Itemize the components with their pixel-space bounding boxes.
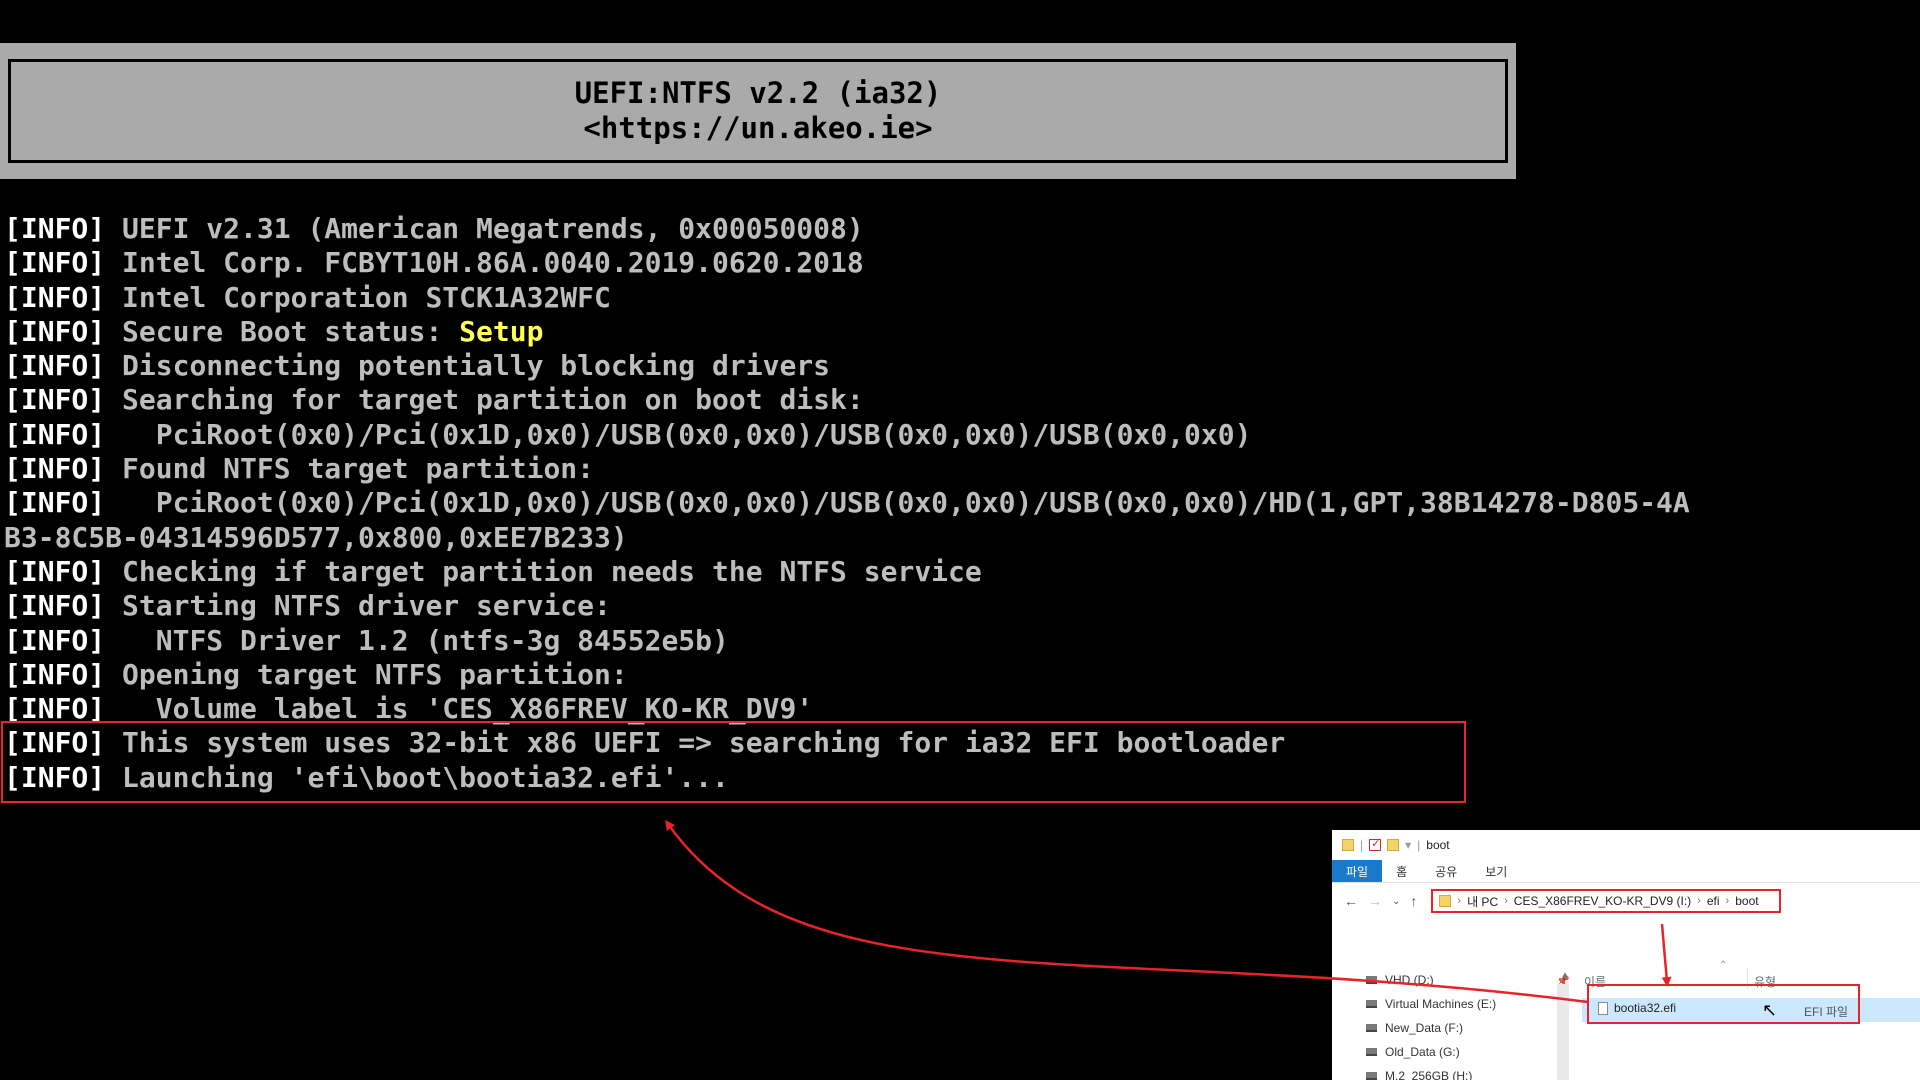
drive-icon [1366,1048,1377,1056]
log-tag: [INFO] [4,589,106,623]
log-line: [INFO] UEFI v2.31 (American Megatrends, … [4,212,1916,246]
log-line: [INFO] Found NTFS target partition: [4,452,1916,486]
drive-label: New_Data (F:) [1385,1021,1464,1035]
log-text: PciRoot(0x0)/Pci(0x1D,0x0)/USB(0x0,0x0)/… [105,486,1690,520]
log-tag: [INFO] [4,486,106,520]
log-text: Disconnecting potentially blocking drive… [105,349,831,383]
separator: | [1360,838,1364,852]
breadcrumb-drive[interactable]: CES_X86FREV_KO-KR_DV9 (I:) [1514,894,1691,908]
log-tag: [INFO] [4,623,106,657]
log-line: [INFO] Starting NTFS driver service: [4,589,1916,623]
recent-locations-chevron-icon[interactable]: ⌄ [1392,896,1400,907]
annotation-file-box [1587,984,1860,1024]
log-text: Intel Corporation STCK1A32WFC [105,280,611,314]
log-line: [INFO] PciRoot(0x0)/Pci(0x1D,0x0)/USB(0x… [4,418,1916,452]
window-title: boot [1426,838,1450,852]
drive-icon [1366,1072,1377,1080]
log-tag: [INFO] [4,349,106,383]
chevron-right-icon: › [1697,895,1701,907]
log-line: [INFO] Secure Boot status: Setup [4,315,1916,349]
log-line: [INFO] Disconnecting potentially blockin… [4,349,1916,383]
up-arrow-icon[interactable]: ↑ [1410,893,1417,909]
file-explorer-window: | ▾ | boot 파일 홈 공유 보기 ← → ⌄ ↑ › 내 PC › C… [1332,830,1920,1080]
new-folder-icon[interactable] [1387,839,1400,851]
log-tag: [INFO] [4,657,106,691]
log-text: PciRoot(0x0)/Pci(0x1D,0x0)/USB(0x0,0x0)/… [105,417,1252,451]
log-line: [INFO] PciRoot(0x0)/Pci(0x1D,0x0)/USB(0x… [4,486,1916,520]
log-line: [INFO] NTFS Driver 1.2 (ntfs-3g 84552e5b… [4,624,1916,658]
chevron-right-icon: › [1457,895,1462,907]
folder-icon [1439,895,1452,907]
log-line: [INFO] Opening target NTFS partition: [4,658,1916,692]
sidebar-item-drive[interactable]: VHD (D:) 📌 [1366,968,1576,992]
tab-share[interactable]: 공유 [1421,860,1471,882]
banner-title: UEFI:NTFS v2.2 (ia32) [574,76,942,110]
log-text: B3-8C5B-04314596D577,0x800,0xEE7B233) [4,520,628,554]
annotation-highlight-box [1,721,1466,803]
log-line: [INFO] Searching for target partition on… [4,383,1916,417]
log-text: Found NTFS target partition: [105,452,595,486]
log-tag: [INFO] [4,383,106,417]
chevron-right-icon: › [1504,895,1508,907]
log-tag: [INFO] [4,212,106,245]
log-line: [INFO] Intel Corp. FCBYT10H.86A.0040.201… [4,246,1916,280]
drive-icon [1366,1024,1377,1032]
console-banner-frame: UEFI:NTFS v2.2 (ia32) <https://un.akeo.i… [8,59,1508,163]
log-line: [INFO] Checking if target partition need… [4,555,1916,589]
tab-file[interactable]: 파일 [1332,860,1383,882]
sidebar-item-drive[interactable]: M.2_256GB (H:) 📌 [1366,1064,1576,1080]
log-text: Opening target NTFS partition: [105,657,628,691]
chevron-right-icon: › [1725,895,1730,907]
navigation-pane: VHD (D:) 📌 Virtual Machines (E:) 📌 New_D… [1332,948,1577,1080]
log-tag: [INFO] [4,452,106,486]
sort-ascending-icon: ⌃ [1719,960,1728,971]
folder-icon [1342,839,1354,851]
log-text: UEFI v2.31 (American Megatrends, 0x00050… [105,212,864,245]
breadcrumb-boot[interactable]: boot [1735,894,1758,908]
drive-icon [1366,1000,1377,1008]
drive-icon [1366,976,1377,984]
log-text: NTFS Driver 1.2 (ntfs-3g 84552e5b) [105,623,729,657]
quick-access-dropdown-icon[interactable]: ▾ [1405,838,1411,852]
navigation-bar: ← → ⌄ ↑ › 내 PC › CES_X86FREV_KO-KR_DV9 (… [1332,883,1920,919]
log-tag: [INFO] [4,246,106,280]
sidebar-item-drive[interactable]: Old_Data (G:) 📌 [1366,1040,1576,1064]
console-log: [INFO] UEFI v2.31 (American Megatrends, … [4,212,1916,795]
tab-home[interactable]: 홈 [1382,860,1421,882]
log-line: B3-8C5B-04314596D577,0x800,0xEE7B233) [4,521,1916,555]
log-tag: [INFO] [4,554,106,588]
explorer-titlebar: | ▾ | boot [1332,830,1920,860]
drive-label: VHD (D:) [1385,973,1434,987]
drive-label: Virtual Machines (E:) [1385,997,1497,1011]
log-text: Secure Boot status: [105,314,460,348]
banner-url: <https://un.akeo.ie> [583,111,933,145]
log-tag: [INFO] [4,417,106,451]
log-tag: [INFO] [4,280,106,314]
drive-label: Old_Data (G:) [1385,1045,1460,1059]
separator: | [1417,838,1421,852]
log-text: Checking if target partition needs the N… [105,554,982,588]
log-text: Searching for target partition on boot d… [105,383,864,417]
properties-icon[interactable] [1369,837,1382,851]
back-arrow-icon[interactable]: ← [1344,893,1358,909]
sidebar-item-drive[interactable]: New_Data (F:) 📌 [1366,1016,1576,1040]
address-bar[interactable]: › 내 PC › CES_X86FREV_KO-KR_DV9 (I:) › ef… [1431,889,1782,913]
log-text: Intel Corp. FCBYT10H.86A.0040.2019.0620.… [105,246,864,280]
breadcrumb-this-pc[interactable]: 내 PC [1467,893,1498,910]
sidebar-item-drive[interactable]: Virtual Machines (E:) 📌 [1366,992,1576,1016]
tab-view[interactable]: 보기 [1471,860,1521,882]
secure-boot-status-value: Setup [459,314,544,348]
breadcrumb-efi[interactable]: efi [1707,894,1720,908]
forward-arrow-icon[interactable]: → [1368,893,1382,909]
drive-label: M.2_256GB (H:) [1385,1069,1473,1080]
ribbon-tabs: 파일 홈 공유 보기 [1332,860,1920,883]
log-text: Starting NTFS driver service: [105,589,611,623]
log-tag: [INFO] [4,314,106,348]
scroll-up-icon[interactable]: ▲ [1560,970,1570,981]
log-line: [INFO] Intel Corporation STCK1A32WFC [4,281,1916,315]
console-banner: UEFI:NTFS v2.2 (ia32) <https://un.akeo.i… [0,43,1516,179]
navigation-pane-scrollbar[interactable] [1557,984,1569,1080]
